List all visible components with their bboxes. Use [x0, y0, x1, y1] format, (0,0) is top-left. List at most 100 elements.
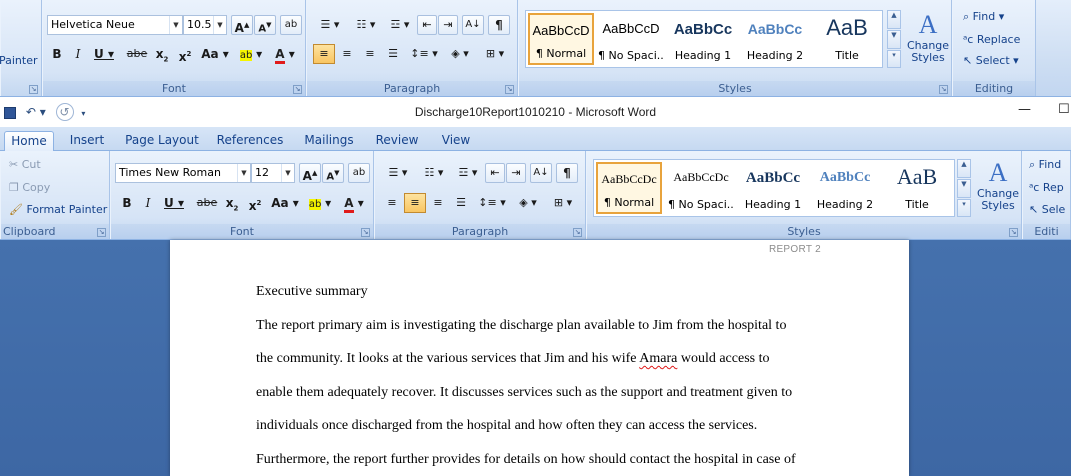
align-left-icon[interactable]: ≡	[313, 44, 335, 64]
strikethrough-icon[interactable]: abe	[195, 193, 219, 213]
bg-paragraph-launcher[interactable]: ↘	[505, 85, 514, 94]
paragraph-launcher[interactable]: ↘	[573, 228, 582, 237]
change-case-icon[interactable]: Aa ▾	[269, 193, 301, 213]
tab-mailings[interactable]: Mailings	[298, 131, 360, 151]
misspelled-word[interactable]: Amara	[639, 351, 677, 366]
bg-styles-launcher[interactable]: ↘	[939, 85, 948, 94]
decrease-indent-icon[interactable]: ⇤	[485, 163, 505, 183]
bg-gallery-scroll-down-icon[interactable]: ▼	[887, 30, 901, 49]
bg-select-button[interactable]: ↖ Select ▾	[963, 54, 1019, 67]
clear-formatting-icon[interactable]: ab	[348, 163, 370, 183]
bg-style-no-spacing[interactable]: AaBbCcD ¶ No Spaci...	[598, 13, 664, 65]
chevron-down-icon[interactable]: ▼	[237, 164, 250, 182]
clipboard-launcher[interactable]: ↘	[97, 228, 106, 237]
numbering-icon[interactable]: ☷ ▾	[417, 163, 451, 183]
gallery-more-icon[interactable]: ▾	[957, 199, 971, 217]
shading-icon[interactable]: ◈ ▾	[444, 44, 476, 64]
superscript-icon[interactable]: x2	[174, 44, 196, 64]
show-formatting-icon[interactable]: ¶	[556, 163, 578, 183]
style-heading-2[interactable]: AaBbCc Heading 2	[812, 162, 878, 214]
tab-insert[interactable]: Insert	[62, 131, 112, 151]
bg-gallery-scroll-up-icon[interactable]: ▲	[887, 10, 901, 29]
bold-icon[interactable]: B	[117, 193, 137, 213]
tab-view[interactable]: View	[434, 131, 478, 151]
align-left-icon[interactable]: ≡	[381, 193, 403, 213]
tab-page-layout[interactable]: Page Layout	[122, 131, 202, 151]
format-painter-button[interactable]: 🖌 Format Painter	[9, 203, 107, 216]
sort-icon[interactable]: A↓	[530, 163, 552, 183]
numbering-icon[interactable]: ☷ ▾	[349, 15, 383, 35]
multilevel-list-icon[interactable]: ☲ ▾	[453, 163, 483, 183]
grow-font-icon[interactable]: A▲	[299, 163, 321, 183]
bg-clipboard-launcher[interactable]: ↘	[29, 85, 38, 94]
tab-home[interactable]: Home	[4, 131, 54, 151]
font-name-combo[interactable]: Times New Roman ▼	[115, 163, 251, 183]
underline-icon[interactable]: U ▾	[89, 44, 119, 64]
style-heading-1[interactable]: AaBbCc Heading 1	[740, 162, 806, 214]
highlight-icon[interactable]: ab ▾	[304, 193, 336, 213]
bg-font-launcher[interactable]: ↘	[293, 85, 302, 94]
align-center-icon[interactable]: ≡	[336, 44, 358, 64]
chevron-down-icon[interactable]: ▼	[169, 16, 182, 34]
bullets-icon[interactable]: ☰ ▾	[381, 163, 415, 183]
font-size-combo[interactable]: 12 ▼	[251, 163, 295, 183]
justify-icon[interactable]: ☰	[382, 44, 404, 64]
chevron-down-icon[interactable]: ▼	[281, 164, 294, 182]
style-no-spacing[interactable]: AaBbCcDc ¶ No Spaci...	[668, 162, 734, 214]
bullets-icon[interactable]: ☰ ▾	[313, 15, 347, 35]
strikethrough-icon[interactable]: abe	[125, 44, 149, 64]
increase-indent-icon[interactable]: ⇥	[506, 163, 526, 183]
align-right-icon[interactable]: ≡	[427, 193, 449, 213]
grow-font-icon[interactable]: A▲	[231, 15, 253, 35]
align-right-icon[interactable]: ≡	[359, 44, 381, 64]
select-button[interactable]: ↖ Sele	[1029, 203, 1065, 216]
style-normal[interactable]: AaBbCcDc ¶ Normal	[596, 162, 662, 214]
superscript-icon[interactable]: x2	[244, 193, 266, 213]
styles-launcher[interactable]: ↘	[1009, 228, 1018, 237]
shrink-font-icon[interactable]: A▼	[254, 15, 276, 35]
increase-indent-icon[interactable]: ⇥	[438, 15, 458, 35]
underline-icon[interactable]: U ▾	[159, 193, 189, 213]
change-styles-button[interactable]: A Change Styles	[975, 158, 1021, 212]
bg-font-size-combo[interactable]: 10.5 ▼	[183, 15, 227, 35]
clear-formatting-icon[interactable]: ab	[280, 15, 302, 35]
shading-icon[interactable]: ◈ ▾	[512, 193, 544, 213]
borders-icon[interactable]: ⊞ ▾	[479, 44, 511, 64]
bg-format-painter-button[interactable]: Painter	[0, 54, 38, 67]
tab-review[interactable]: Review	[370, 131, 424, 151]
decrease-indent-icon[interactable]: ⇤	[417, 15, 437, 35]
justify-icon[interactable]: ☰	[450, 193, 472, 213]
show-formatting-icon[interactable]: ¶	[488, 15, 510, 35]
chevron-down-icon[interactable]: ▼	[213, 16, 226, 34]
line-spacing-icon[interactable]: ↕≡ ▾	[476, 193, 508, 213]
subscript-icon[interactable]: x2	[221, 193, 243, 213]
bg-replace-button[interactable]: ᵃc Replace	[963, 33, 1020, 46]
bg-style-heading-1[interactable]: AaBbCc Heading 1	[670, 13, 736, 65]
line-spacing-icon[interactable]: ↕≡ ▾	[408, 44, 440, 64]
gallery-scroll-down-icon[interactable]: ▼	[957, 179, 971, 198]
font-color-icon[interactable]: A ▾	[269, 44, 301, 64]
maximize-icon[interactable]: ☐	[1058, 102, 1070, 117]
italic-icon[interactable]: I	[68, 44, 88, 64]
align-center-icon[interactable]: ≡	[404, 193, 426, 213]
italic-icon[interactable]: I	[138, 193, 158, 213]
tab-references[interactable]: References	[212, 131, 288, 151]
bg-gallery-more-icon[interactable]: ▾	[887, 50, 901, 68]
bold-icon[interactable]: B	[47, 44, 67, 64]
bg-style-heading-2[interactable]: AaBbCc Heading 2	[742, 13, 808, 65]
multilevel-list-icon[interactable]: ☲ ▾	[385, 15, 415, 35]
subscript-icon[interactable]: x2	[151, 44, 173, 64]
borders-icon[interactable]: ⊞ ▾	[547, 193, 579, 213]
cut-button[interactable]: ✂ Cut	[9, 158, 41, 171]
bg-style-title[interactable]: AaB Title	[814, 13, 880, 65]
bg-font-name-combo[interactable]: Helvetica Neue ▼	[47, 15, 183, 35]
bg-style-normal[interactable]: AaBbCcD ¶ Normal	[528, 13, 594, 65]
change-case-icon[interactable]: Aa ▾	[199, 44, 231, 64]
replace-button[interactable]: ᵃc Rep	[1029, 181, 1064, 194]
font-launcher[interactable]: ↘	[361, 228, 370, 237]
document-page[interactable]: REPORT 2 Executive summary The report pr…	[170, 240, 909, 476]
copy-button[interactable]: ❐ Copy	[9, 181, 50, 194]
font-color-icon[interactable]: A ▾	[338, 193, 370, 213]
gallery-scroll-up-icon[interactable]: ▲	[957, 159, 971, 178]
bg-change-styles-button[interactable]: A Change Styles	[905, 10, 951, 64]
